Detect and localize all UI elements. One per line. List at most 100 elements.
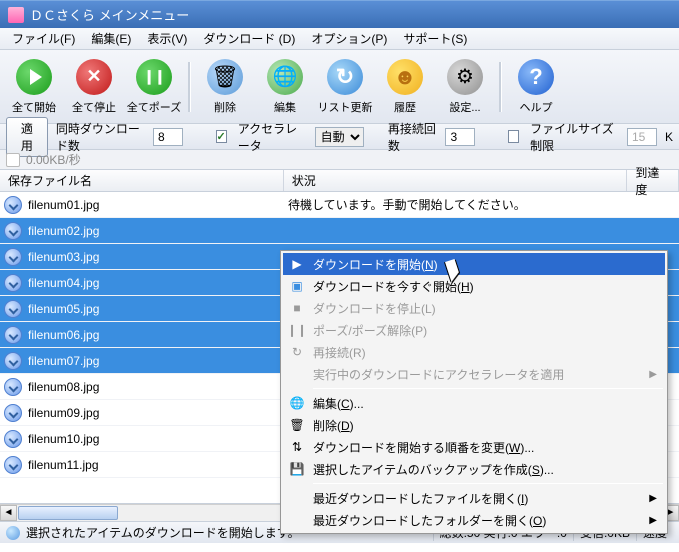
chevron-right-icon: ▶ bbox=[649, 515, 657, 526]
column-progress[interactable]: 到達度 bbox=[627, 170, 679, 191]
status-icon bbox=[6, 526, 20, 540]
file-name: filenum07.jpg bbox=[28, 354, 288, 368]
scroll-thumb[interactable] bbox=[18, 506, 118, 520]
concurrent-label: 同時ダウンロード数 bbox=[56, 120, 145, 154]
accel-label: アクセラレータ bbox=[238, 120, 307, 154]
download-icon bbox=[4, 404, 22, 422]
reconnect-icon: ↻ bbox=[289, 344, 305, 360]
stop-icon bbox=[76, 59, 112, 95]
speed-slider[interactable] bbox=[6, 153, 20, 167]
menubar: ファイル(F) 編集(E) 表示(V) ダウンロード (D) オプション(P) … bbox=[0, 28, 679, 50]
gear-icon bbox=[447, 59, 483, 95]
download-icon bbox=[4, 274, 22, 292]
globe-icon bbox=[267, 59, 303, 95]
cm-recent-folder[interactable]: 最近ダウンロードしたフォルダーを開く(O) ▶ bbox=[283, 509, 665, 531]
file-name: filenum02.jpg bbox=[28, 224, 288, 238]
list-item[interactable]: filenum01.jpg待機しています。手動で開始してください。 bbox=[0, 192, 679, 218]
toolbar: 全て開始 全て停止 全てポーズ 削除 編集 リスト更新 履歴 設定... ヘルプ bbox=[0, 50, 679, 124]
scroll-left-icon[interactable]: ◄ bbox=[0, 505, 17, 521]
window-title: ＤＣさくら メインメニュー bbox=[30, 5, 189, 24]
file-status: 待機しています。手動で開始してください。 bbox=[288, 196, 526, 213]
file-name: filenum01.jpg bbox=[28, 198, 288, 212]
cm-start-now[interactable]: ▣ ダウンロードを今すぐ開始(H) bbox=[283, 275, 665, 297]
separator bbox=[499, 62, 502, 112]
size-limit-unit: K bbox=[665, 130, 673, 144]
column-headers: 保存ファイル名 状況 到達度 bbox=[0, 170, 679, 192]
download-icon bbox=[4, 378, 22, 396]
menu-edit[interactable]: 編集(E) bbox=[83, 28, 139, 49]
stop-icon: ■ bbox=[289, 300, 305, 316]
size-limit-checkbox[interactable] bbox=[508, 130, 519, 143]
play-icon: ▶ bbox=[289, 256, 305, 272]
cm-change-order[interactable]: ⇅ ダウンロードを開始する順番を変更(W)... bbox=[283, 436, 665, 458]
separator bbox=[313, 483, 663, 484]
size-limit-label: ファイルサイズ制限 bbox=[530, 120, 619, 154]
download-icon bbox=[4, 352, 22, 370]
chevron-right-icon: ▶ bbox=[649, 369, 657, 380]
file-name: filenum06.jpg bbox=[28, 328, 288, 342]
globe-icon: 🌐 bbox=[289, 395, 305, 411]
retry-label: 再接続回数 bbox=[388, 120, 438, 154]
download-icon bbox=[4, 326, 22, 344]
start-all-button[interactable]: 全て開始 bbox=[4, 57, 64, 117]
column-filename[interactable]: 保存ファイル名 bbox=[0, 170, 284, 191]
accel-checkbox[interactable] bbox=[216, 130, 227, 143]
file-name: filenum05.jpg bbox=[28, 302, 288, 316]
settings-button[interactable]: 設定... bbox=[435, 57, 495, 117]
cm-reconnect: ↻ 再接続(R) bbox=[283, 341, 665, 363]
download-icon bbox=[4, 300, 22, 318]
order-icon: ⇅ bbox=[289, 439, 305, 455]
refresh-button[interactable]: リスト更新 bbox=[315, 57, 375, 117]
trash-icon: 🗑 bbox=[289, 417, 305, 433]
menu-file[interactable]: ファイル(F) bbox=[4, 28, 83, 49]
chevron-right-icon: ▶ bbox=[649, 493, 657, 504]
file-name: filenum04.jpg bbox=[28, 276, 288, 290]
download-icon bbox=[4, 430, 22, 448]
cm-pause: ❙❙ ポーズ/ポーズ解除(P) bbox=[283, 319, 665, 341]
help-button[interactable]: ヘルプ bbox=[506, 57, 566, 117]
options-bar: 適用 同時ダウンロード数 アクセラレータ 自動 再接続回数 ファイルサイズ制限 … bbox=[0, 124, 679, 150]
file-name: filenum10.jpg bbox=[28, 432, 288, 446]
history-icon bbox=[387, 59, 423, 95]
cm-delete[interactable]: 🗑 削除(D) bbox=[283, 414, 665, 436]
list-item[interactable]: filenum02.jpg bbox=[0, 218, 679, 244]
file-name: filenum09.jpg bbox=[28, 406, 288, 420]
menu-options[interactable]: オプション(P) bbox=[303, 28, 395, 49]
column-status[interactable]: 状況 bbox=[284, 170, 628, 191]
titlebar: ＤＣさくら メインメニュー bbox=[0, 0, 679, 28]
window-icon: ▣ bbox=[289, 278, 305, 294]
pause-all-button[interactable]: 全てポーズ bbox=[124, 57, 184, 117]
delete-button[interactable]: 削除 bbox=[195, 57, 255, 117]
accel-mode-select[interactable]: 自動 bbox=[315, 127, 364, 147]
menu-view[interactable]: 表示(V) bbox=[139, 28, 195, 49]
cm-backup[interactable]: 💾 選択したアイテムのバックアップを作成(S)... bbox=[283, 458, 665, 480]
download-icon bbox=[4, 196, 22, 214]
edit-button[interactable]: 編集 bbox=[255, 57, 315, 117]
pause-icon: ❙❙ bbox=[289, 322, 305, 338]
play-icon bbox=[16, 59, 52, 95]
stop-all-button[interactable]: 全て停止 bbox=[64, 57, 124, 117]
cm-stop: ■ ダウンロードを停止(L) bbox=[283, 297, 665, 319]
size-limit-input[interactable] bbox=[627, 128, 657, 146]
context-menu: ▶ ダウンロードを開始(N) ▣ ダウンロードを今すぐ開始(H) ■ ダウンロー… bbox=[280, 250, 668, 534]
download-icon bbox=[4, 222, 22, 240]
cm-start-download[interactable]: ▶ ダウンロードを開始(N) bbox=[283, 253, 665, 275]
help-icon bbox=[518, 59, 554, 95]
pause-icon bbox=[136, 59, 172, 95]
menu-download[interactable]: ダウンロード (D) bbox=[195, 28, 303, 49]
backup-icon: 💾 bbox=[289, 461, 305, 477]
cm-edit[interactable]: 🌐 編集(C)... bbox=[283, 392, 665, 414]
trash-icon bbox=[207, 59, 243, 95]
cm-accel: 実行中のダウンロードにアクセラレータを適用 ▶ bbox=[283, 363, 665, 385]
speed-rate: 0.00KB/秒 bbox=[26, 151, 81, 168]
concurrent-input[interactable] bbox=[153, 128, 183, 146]
file-name: filenum08.jpg bbox=[28, 380, 288, 394]
download-icon bbox=[4, 248, 22, 266]
app-icon bbox=[8, 7, 24, 23]
file-name: filenum11.jpg bbox=[28, 458, 288, 472]
history-button[interactable]: 履歴 bbox=[375, 57, 435, 117]
menu-support[interactable]: サポート(S) bbox=[395, 28, 475, 49]
retry-input[interactable] bbox=[445, 128, 475, 146]
cm-recent-file[interactable]: 最近ダウンロードしたファイルを開く(I) ▶ bbox=[283, 487, 665, 509]
refresh-icon bbox=[327, 59, 363, 95]
